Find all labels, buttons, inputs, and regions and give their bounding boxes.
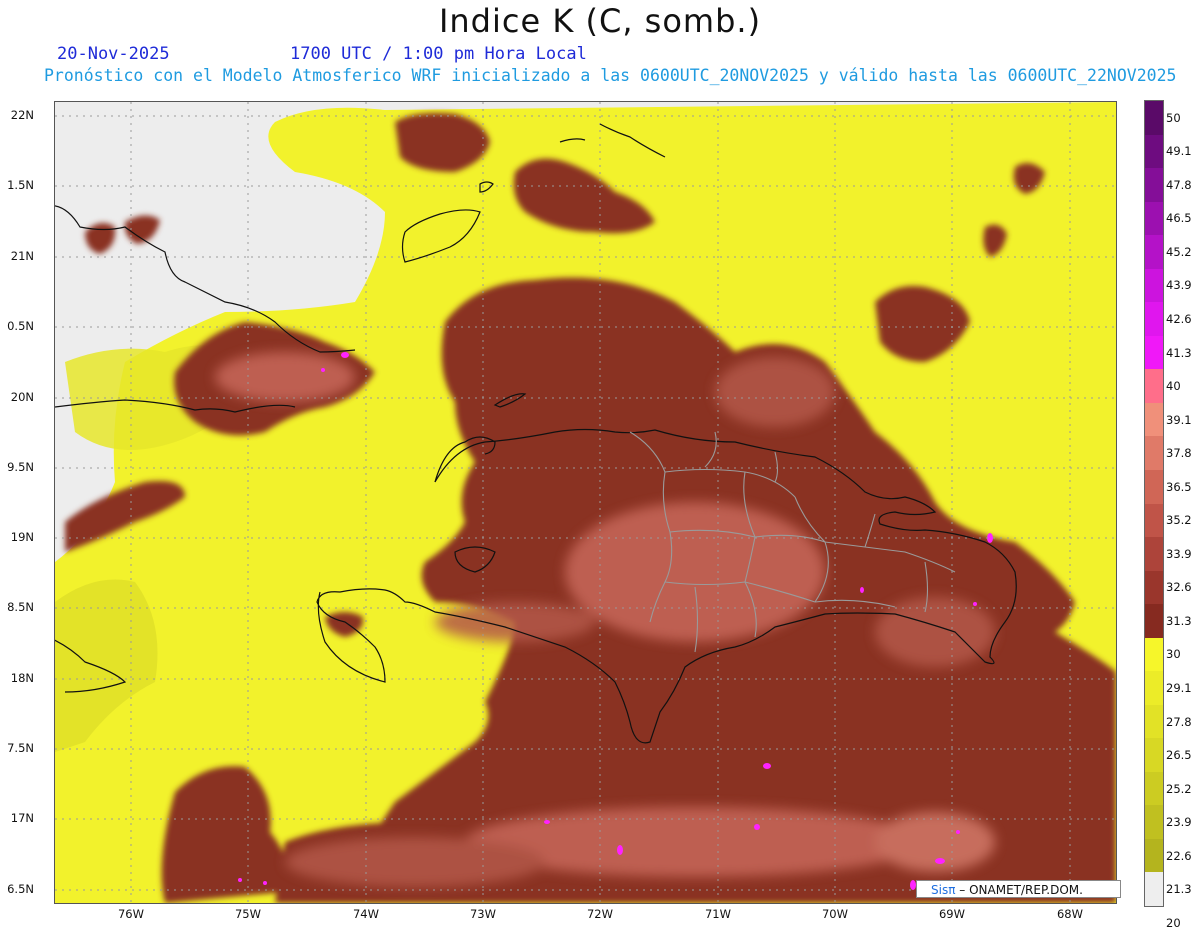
colorbar-label: 29.1 — [1166, 680, 1192, 695]
colorbar-label: 21.3 — [1166, 882, 1192, 897]
colorbar — [1144, 100, 1164, 907]
colorbar-segment — [1145, 402, 1163, 437]
colorbar-segment — [1145, 134, 1163, 169]
map-panel — [54, 101, 1117, 904]
colorbar-label: 20 — [1166, 915, 1181, 930]
colorbar-segment — [1145, 235, 1163, 270]
colorbar-label: 35.2 — [1166, 513, 1192, 528]
colorbar-segment — [1145, 537, 1163, 572]
colorbar-label: 50 — [1166, 110, 1181, 125]
colorbar-segment — [1145, 369, 1163, 404]
light-core-haiti-sw — [435, 602, 595, 642]
colorbar-segment — [1145, 268, 1163, 303]
colorbar-segment — [1145, 771, 1163, 806]
colorbar-label: 30 — [1166, 647, 1181, 662]
lat-label-20-5n: 0.5N — [7, 319, 34, 333]
colorbar-label: 49.1 — [1166, 144, 1192, 159]
lon-label-74w: 74W — [352, 907, 380, 921]
colorbar-label: 22.6 — [1166, 848, 1192, 863]
lat-label-22n: 22N — [10, 108, 34, 122]
chart-title: Indice K (C, somb.) — [438, 2, 762, 40]
colorbar-label: 40 — [1166, 379, 1181, 394]
lat-label-19n: 19N — [10, 530, 34, 544]
colorbar-label: 32.6 — [1166, 580, 1192, 595]
lon-label-69w: 69W — [938, 907, 966, 921]
model-subtitle: Pronóstico con el Modelo Atmosferico WRF… — [44, 66, 1177, 85]
lat-label-21-5n: 1.5N — [7, 178, 34, 192]
lon-label-73w: 73W — [469, 907, 497, 921]
colorbar-segment — [1145, 436, 1163, 471]
colorbar-segment — [1145, 604, 1163, 639]
colorbar-label: 25.2 — [1166, 781, 1192, 796]
lat-label-21n: 21N — [10, 249, 34, 263]
colorbar-segment — [1145, 201, 1163, 236]
colorbar-segment — [1145, 469, 1163, 504]
colorbar-label: 23.9 — [1166, 815, 1192, 830]
colorbar-label: 41.3 — [1166, 345, 1192, 360]
colorbar-segment — [1145, 872, 1163, 907]
light-core-cuba — [215, 352, 355, 402]
colorbar-label: 46.5 — [1166, 211, 1192, 226]
lat-label-18-5n: 8.5N — [7, 600, 34, 614]
colorbar-label: 37.8 — [1166, 446, 1192, 461]
colorbar-segment — [1145, 302, 1163, 337]
k-index-field — [55, 102, 1116, 903]
lon-label-68w: 68W — [1056, 907, 1084, 921]
colorbar-label: 36.5 — [1166, 479, 1192, 494]
lon-label-76w: 76W — [117, 907, 145, 921]
colorbar-label: 33.9 — [1166, 546, 1192, 561]
colorbar-label: 43.9 — [1166, 278, 1192, 293]
credit-box: Sisπ – ONAMET/REP.DOM. — [916, 880, 1121, 898]
lat-label-18n: 18N — [10, 671, 34, 685]
colorbar-label: 42.6 — [1166, 312, 1192, 327]
forecast-time: 1700 UTC / 1:00 pm Hora Local — [290, 44, 587, 64]
lon-label-72w: 72W — [586, 907, 614, 921]
colorbar-label: 45.2 — [1166, 244, 1192, 259]
colorbar-segment — [1145, 570, 1163, 605]
credit-text: – ONAMET/REP.DOM. — [959, 883, 1083, 897]
light-core-south-east — [875, 812, 995, 872]
colorbar-label: 47.8 — [1166, 177, 1192, 192]
light-core-north — [715, 357, 835, 427]
lat-label-19-5n: 9.5N — [7, 460, 34, 474]
colorbar-label: 26.5 — [1166, 748, 1192, 763]
lon-label-70w: 70W — [821, 907, 849, 921]
lat-label-20n: 20N — [10, 390, 34, 404]
forecast-date: 20-Nov-2025 — [57, 44, 170, 64]
colorbar-segment — [1145, 671, 1163, 706]
lon-label-71w: 71W — [704, 907, 732, 921]
colorbar-segment — [1145, 101, 1163, 136]
colorbar-label: 31.3 — [1166, 613, 1192, 628]
colorbar-label: 39.1 — [1166, 412, 1192, 427]
colorbar-segment — [1145, 335, 1163, 370]
colorbar-segment — [1145, 168, 1163, 203]
colorbar-label: 27.8 — [1166, 714, 1192, 729]
colorbar-segment — [1145, 805, 1163, 840]
credit-brand: Sisπ — [931, 883, 956, 897]
lat-label-17n: 17N — [10, 811, 34, 825]
light-core-south-west — [285, 837, 545, 887]
lat-label-17-5n: 7.5N — [7, 741, 34, 755]
colorbar-segment — [1145, 637, 1163, 672]
lon-label-75w: 75W — [234, 907, 262, 921]
light-core-east — [875, 597, 995, 667]
colorbar-segment — [1145, 738, 1163, 773]
lat-label-16-5n: 6.5N — [7, 882, 34, 896]
light-core-hispaniola — [565, 502, 825, 642]
colorbar-segment — [1145, 838, 1163, 873]
colorbar-segment — [1145, 503, 1163, 538]
colorbar-segment — [1145, 704, 1163, 739]
